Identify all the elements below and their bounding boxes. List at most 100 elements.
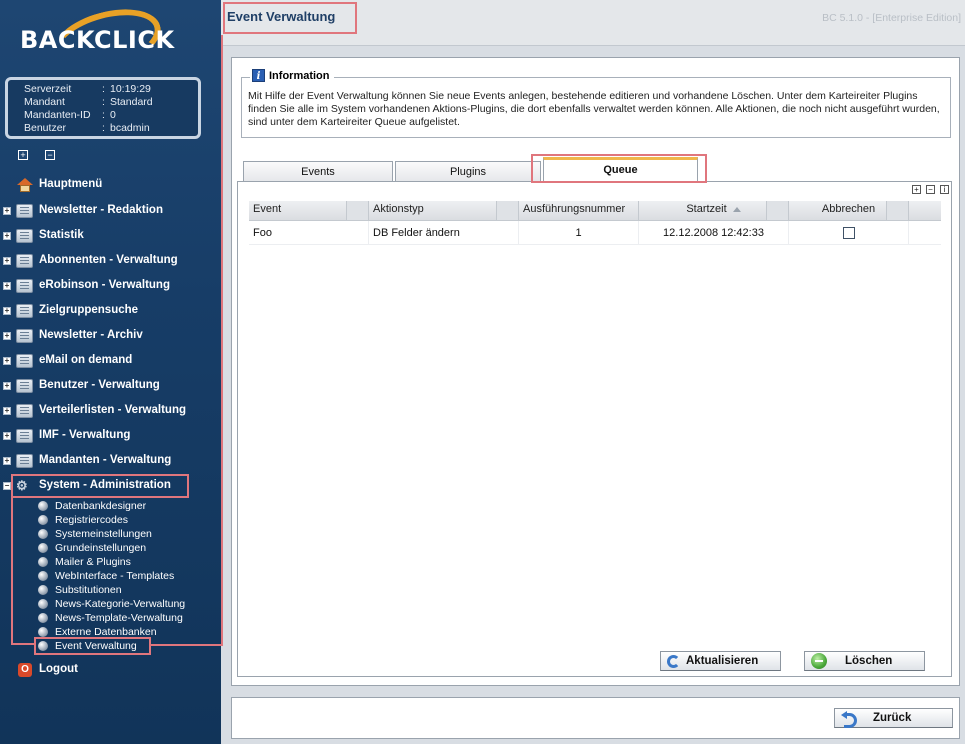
refresh-button[interactable]: Aktualisieren bbox=[660, 651, 781, 671]
bullet-icon bbox=[38, 627, 48, 637]
folder-icon bbox=[16, 404, 33, 418]
bullet-icon bbox=[38, 641, 48, 651]
back-arrow-icon bbox=[841, 711, 857, 728]
info-row-serverzeit: Serverzeit:10:19:29 bbox=[24, 83, 151, 95]
expand-icon[interactable]: + bbox=[3, 432, 11, 440]
expand-icon[interactable]: + bbox=[3, 257, 11, 265]
nav-item-newsletter-redaktion[interactable]: + Newsletter - Redaktion bbox=[0, 201, 221, 221]
back-button[interactable]: Zurück bbox=[834, 708, 953, 728]
sub-item-event-verwaltung[interactable]: Event Verwaltung bbox=[38, 639, 137, 653]
header: Event Verwaltung BC 5.1.0 - [Enterprise … bbox=[221, 0, 965, 46]
expand-icon[interactable]: + bbox=[3, 457, 11, 465]
information-box: i Information Mit Hilfe der Event Verwal… bbox=[241, 69, 951, 138]
nav-item-imf-verwaltung[interactable]: + IMF - Verwaltung bbox=[0, 426, 221, 446]
information-legend: i Information bbox=[250, 69, 334, 82]
expand-icon[interactable]: + bbox=[3, 357, 11, 365]
cell-filler bbox=[909, 221, 941, 245]
queue-panel: + − i Event Aktionstyp Ausführungsnummer… bbox=[237, 181, 952, 677]
nav-item-hauptmenue[interactable]: Hauptmenü bbox=[0, 175, 221, 195]
folder-icon bbox=[16, 429, 33, 443]
sub-item-externe-datenbanken[interactable]: Externe Datenbanken bbox=[38, 625, 157, 639]
folder-icon bbox=[16, 354, 33, 368]
expand-icon[interactable]: + bbox=[3, 382, 11, 390]
logout-icon: O bbox=[18, 663, 32, 677]
server-info-panel: Serverzeit:10:19:29 Mandant: Standard Man… bbox=[5, 77, 201, 139]
abbrechen-checkbox[interactable] bbox=[842, 227, 855, 240]
nav-item-system-administration[interactable]: − ⚙ System - Administration bbox=[0, 476, 221, 496]
sub-item-webinterface-templates[interactable]: WebInterface - Templates bbox=[38, 569, 174, 583]
column-header-aktionstyp[interactable]: Aktionstyp bbox=[369, 201, 519, 221]
column-resize-handle[interactable] bbox=[496, 201, 518, 220]
table-row[interactable]: Foo DB Felder ändern 1 12.12.2008 12:42:… bbox=[249, 221, 941, 245]
info-icon[interactable]: i bbox=[940, 185, 949, 194]
grid-tools: + − i bbox=[912, 185, 949, 194]
footer-bar: Zurück bbox=[231, 697, 960, 739]
bullet-icon bbox=[38, 529, 48, 539]
info-row-mandant: Mandant: Standard bbox=[24, 96, 153, 108]
tab-plugins[interactable]: Plugins bbox=[395, 161, 541, 181]
sub-item-systemeinstellungen[interactable]: Systemeinstellungen bbox=[38, 527, 152, 541]
bullet-icon bbox=[38, 515, 48, 525]
column-resize-handle[interactable] bbox=[886, 201, 908, 220]
cell-aktionstyp: DB Felder ändern bbox=[369, 221, 519, 245]
nav-item-abonnenten-verwaltung[interactable]: + Abonnenten - Verwaltung bbox=[0, 251, 221, 271]
sub-item-news-kategorie-verwaltung[interactable]: News-Kategorie-Verwaltung bbox=[38, 597, 185, 611]
bullet-icon bbox=[38, 501, 48, 511]
collapse-icon[interactable]: − bbox=[3, 482, 11, 490]
nav-item-logout[interactable]: O Logout bbox=[0, 660, 221, 680]
sub-item-datenbankdesigner[interactable]: Datenbankdesigner bbox=[38, 499, 146, 513]
nav-item-zielgruppensuche[interactable]: + Zielgruppensuche bbox=[0, 301, 221, 321]
nav-item-statistik[interactable]: + Statistik bbox=[0, 226, 221, 246]
expand-icon[interactable]: + bbox=[3, 407, 11, 415]
expand-icon[interactable]: + bbox=[912, 185, 921, 194]
expand-icon[interactable]: + bbox=[3, 207, 11, 215]
collapse-all-button[interactable]: − bbox=[45, 150, 55, 160]
delete-button[interactable]: Löschen bbox=[804, 651, 925, 671]
cell-abbrechen bbox=[789, 221, 909, 245]
refresh-icon bbox=[667, 654, 680, 668]
nav-item-newsletter-archiv[interactable]: + Newsletter - Archiv bbox=[0, 326, 221, 346]
tree-controls: + − bbox=[18, 150, 55, 160]
sort-ascending-icon bbox=[732, 206, 741, 212]
info-row-mandanten-id: Mandanten-ID:0 bbox=[24, 109, 116, 121]
collapse-icon[interactable]: − bbox=[926, 185, 935, 194]
column-header-filler bbox=[909, 201, 941, 221]
main-panel: i Information Mit Hilfe der Event Verwal… bbox=[231, 57, 960, 686]
nav-item-erobinson-verwaltung[interactable]: + eRobinson - Verwaltung bbox=[0, 276, 221, 296]
bullet-icon bbox=[38, 585, 48, 595]
sub-item-substitutionen[interactable]: Substitutionen bbox=[38, 583, 122, 597]
column-header-ausfuehrungsnummer[interactable]: Ausführungsnummer bbox=[519, 201, 639, 221]
tab-queue[interactable]: Queue bbox=[543, 157, 698, 182]
cell-event: Foo bbox=[249, 221, 369, 245]
column-header-event[interactable]: Event bbox=[249, 201, 369, 221]
column-resize-handle[interactable] bbox=[766, 201, 788, 220]
tab-events[interactable]: Events bbox=[243, 161, 393, 181]
nav-item-benutzer-verwaltung[interactable]: + Benutzer - Verwaltung bbox=[0, 376, 221, 396]
sub-item-registriercodes[interactable]: Registriercodes bbox=[38, 513, 128, 527]
folder-icon bbox=[16, 229, 33, 243]
folder-icon bbox=[16, 204, 33, 218]
logo-text: BACKCLICK bbox=[20, 26, 175, 54]
nav-item-mandanten-verwaltung[interactable]: + Mandanten - Verwaltung bbox=[0, 451, 221, 471]
nav-item-email-on-demand[interactable]: + eMail on demand bbox=[0, 351, 221, 371]
folder-icon bbox=[16, 254, 33, 268]
expand-all-button[interactable]: + bbox=[18, 150, 28, 160]
gears-icon: ⚙ bbox=[16, 478, 28, 493]
bullet-icon bbox=[38, 599, 48, 609]
expand-icon[interactable]: + bbox=[3, 332, 11, 340]
sub-item-mailer-plugins[interactable]: Mailer & Plugins bbox=[38, 555, 131, 569]
bullet-icon bbox=[38, 613, 48, 623]
bullet-icon bbox=[38, 543, 48, 553]
expand-icon[interactable]: + bbox=[3, 307, 11, 315]
sub-item-news-template-verwaltung[interactable]: News-Template-Verwaltung bbox=[38, 611, 183, 625]
expand-icon[interactable]: + bbox=[3, 232, 11, 240]
expand-icon[interactable]: + bbox=[3, 282, 11, 290]
sub-item-grundeinstellungen[interactable]: Grundeinstellungen bbox=[38, 541, 146, 555]
nav-item-verteilerlisten-verwaltung[interactable]: + Verteilerlisten - Verwaltung bbox=[0, 401, 221, 421]
column-header-abbrechen[interactable]: Abbrechen bbox=[789, 201, 909, 221]
sidebar: BACKCLICK Serverzeit:10:19:29 Mandant: St… bbox=[0, 0, 221, 744]
queue-grid: Event Aktionstyp Ausführungsnummer Start… bbox=[249, 201, 941, 245]
column-resize-handle[interactable] bbox=[346, 201, 368, 220]
bullet-icon bbox=[38, 571, 48, 581]
column-header-startzeit[interactable]: Startzeit bbox=[639, 201, 789, 221]
